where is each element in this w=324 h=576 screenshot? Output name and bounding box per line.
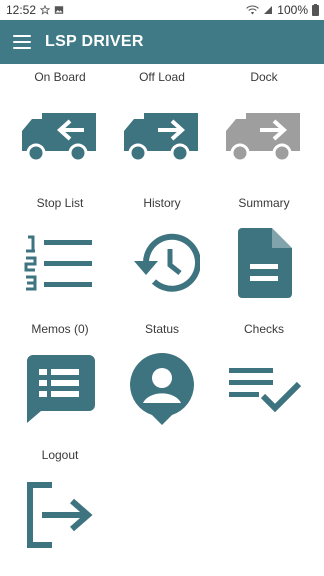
battery-icon bbox=[312, 4, 319, 16]
summary-label: Summary bbox=[238, 196, 290, 210]
status-label: Status bbox=[144, 322, 180, 336]
app-title: LSP DRIVER bbox=[45, 33, 144, 50]
summary-button[interactable]: Summary bbox=[214, 190, 314, 308]
truck-unload-icon bbox=[122, 102, 202, 172]
checks-button[interactable]: Checks bbox=[214, 316, 314, 434]
logout-label: Logout bbox=[41, 448, 79, 462]
on-board-button[interactable]: On Board bbox=[10, 64, 110, 182]
logout-icon bbox=[20, 480, 100, 550]
status-button[interactable]: Status bbox=[112, 316, 212, 434]
battery-text: 100% bbox=[277, 3, 308, 17]
truck-dock-icon bbox=[224, 102, 304, 172]
off-load-label: Off Load bbox=[139, 70, 185, 84]
memos-label: Memos (0) bbox=[31, 322, 89, 336]
star-icon bbox=[40, 5, 51, 15]
dock-button[interactable]: Dock bbox=[214, 64, 314, 182]
logout-button[interactable]: Logout bbox=[10, 442, 110, 560]
checks-label: Checks bbox=[243, 322, 284, 336]
numbered-list-icon bbox=[20, 228, 100, 298]
document-icon bbox=[224, 228, 304, 298]
stop-list-button[interactable]: Stop List bbox=[10, 190, 110, 308]
wifi-icon bbox=[246, 5, 260, 15]
message-icon bbox=[20, 354, 100, 424]
image-icon bbox=[54, 5, 64, 15]
clock: 12:52 bbox=[6, 3, 37, 17]
memos-button[interactable]: Memos (0) bbox=[10, 316, 110, 434]
status-bar: 12:52 100% bbox=[0, 0, 324, 20]
hamburger-menu-icon[interactable] bbox=[13, 35, 31, 49]
off-load-button[interactable]: Off Load bbox=[112, 64, 212, 182]
playlist-check-icon bbox=[224, 354, 304, 424]
on-board-label: On Board bbox=[34, 70, 86, 84]
signal-icon bbox=[263, 5, 273, 15]
app-bar: LSP DRIVER bbox=[0, 20, 324, 64]
account-pin-icon bbox=[122, 353, 202, 425]
truck-load-icon bbox=[20, 102, 100, 172]
dock-label: Dock bbox=[250, 70, 278, 84]
history-button[interactable]: History bbox=[112, 190, 212, 308]
stop-list-label: Stop List bbox=[36, 196, 84, 210]
history-label: History bbox=[143, 196, 181, 210]
history-icon bbox=[122, 228, 202, 298]
